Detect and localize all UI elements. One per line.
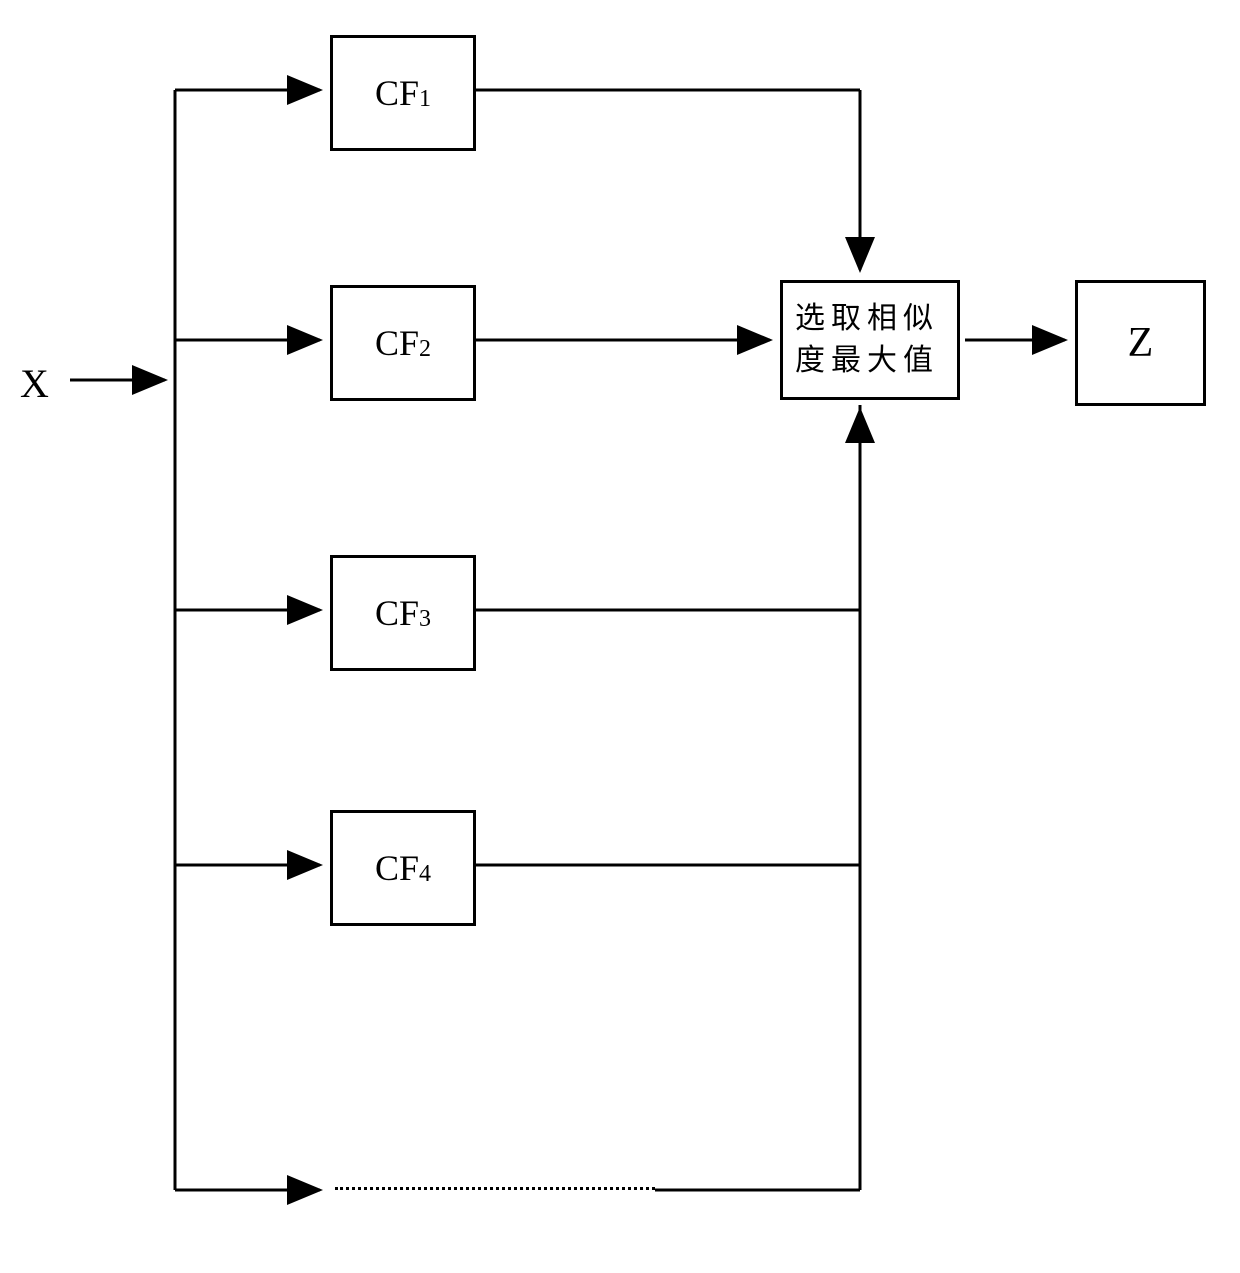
input-label: X [20, 360, 49, 407]
cf2-box: CF2 [330, 285, 476, 401]
cf1-box: CF1 [330, 35, 476, 151]
output-label: Z [1128, 319, 1154, 367]
cf4-prefix: CF [375, 847, 419, 889]
selector-line2: 度最大值 [795, 340, 939, 382]
cf4-box: CF4 [330, 810, 476, 926]
cf4-subscript: 4 [419, 861, 431, 888]
cf2-prefix: CF [375, 322, 419, 364]
cf1-subscript: 1 [419, 86, 431, 113]
dotted-continuation [335, 1187, 655, 1190]
cf2-subscript: 2 [419, 336, 431, 363]
cf3-prefix: CF [375, 592, 419, 634]
output-box: Z [1075, 280, 1206, 406]
diagram-connectors [0, 0, 1240, 1273]
cf3-subscript: 3 [419, 606, 431, 633]
cf3-box: CF3 [330, 555, 476, 671]
selector-box: 选取相似 度最大值 [780, 280, 960, 400]
cf1-prefix: CF [375, 72, 419, 114]
selector-line1: 选取相似 [795, 298, 939, 340]
